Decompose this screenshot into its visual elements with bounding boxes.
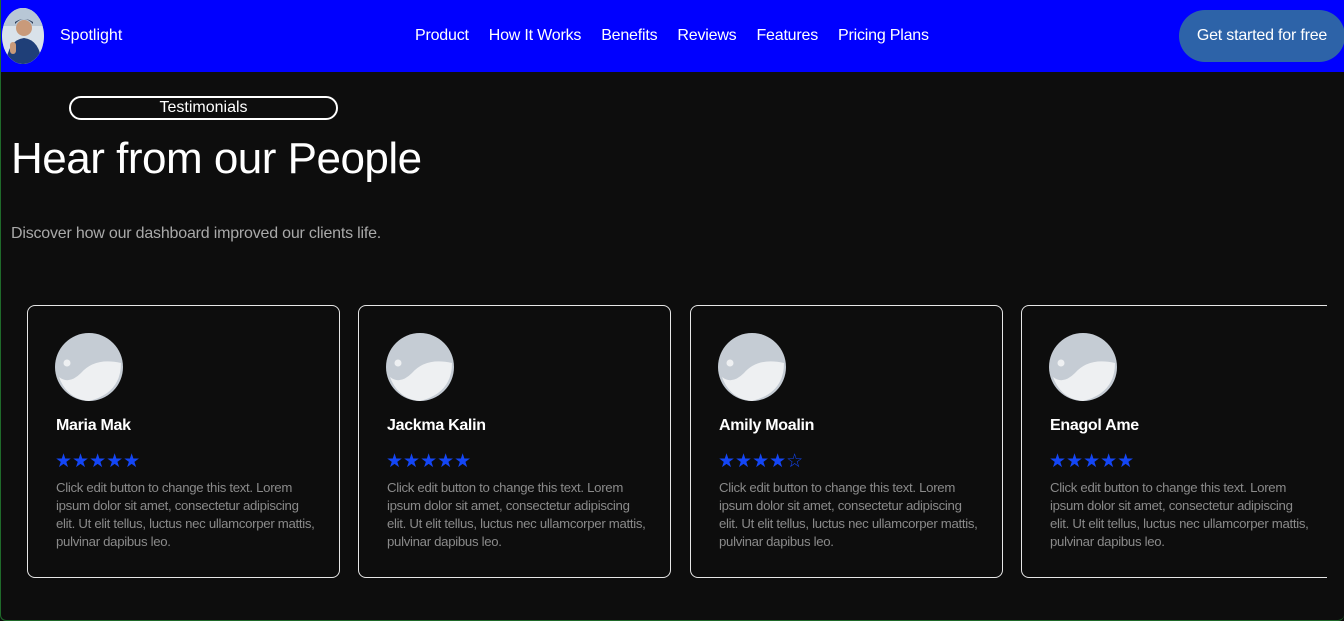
navbar: Spotlight Product How It Works Benefits … (1, 0, 1344, 72)
image-placeholder-icon (55, 333, 123, 401)
star-rating: ★★★★★ (1049, 451, 1135, 472)
testimonial-name: Enagol Ame (1050, 417, 1139, 434)
testimonial-name: Amily Moalin (719, 417, 815, 434)
main-nav: Product How It Works Benefits Reviews Fe… (415, 27, 929, 45)
testimonial-text: Click edit button to change this text. L… (1050, 480, 1309, 549)
star-rating: ★★★★★ (55, 451, 141, 472)
section-subtitle: Discover how our dashboard improved our … (11, 225, 382, 242)
page: Spotlight Product How It Works Benefits … (0, 0, 1344, 621)
testimonial-name: Maria Mak (56, 417, 131, 434)
profile-photo (2, 8, 44, 64)
nav-link-reviews[interactable]: Reviews (677, 27, 736, 45)
nav-link-product[interactable]: Product (415, 27, 469, 45)
testimonial-card: Amily Moalin ★★★★☆ Click edit button to … (690, 305, 1003, 578)
testimonial-card: Enagol Ame ★★★★★ Click edit button to ch… (1021, 305, 1327, 578)
nav-link-pricing-plans[interactable]: Pricing Plans (838, 27, 929, 45)
nav-link-how-it-works[interactable]: How It Works (489, 27, 582, 45)
get-started-button[interactable]: Get started for free (1179, 10, 1344, 62)
testimonial-text: Click edit button to change this text. L… (719, 480, 978, 549)
testimonial-name: Jackma Kalin (387, 417, 486, 434)
testimonial-text: Click edit button to change this text. L… (56, 480, 315, 549)
star-rating: ★★★★★ (386, 451, 472, 472)
image-placeholder-icon (386, 333, 454, 401)
section-title: Hear from our People (11, 134, 422, 183)
image-placeholder-icon (718, 333, 786, 401)
nav-link-benefits[interactable]: Benefits (601, 27, 657, 45)
star-rating: ★★★★☆ (718, 451, 804, 472)
brand-avatar[interactable] (2, 8, 44, 64)
image-placeholder-icon (1049, 333, 1117, 401)
nav-link-features[interactable]: Features (756, 27, 818, 45)
testimonial-card: Maria Mak ★★★★★ Click edit button to cha… (27, 305, 340, 578)
section-badge: Testimonials (69, 96, 338, 120)
testimonial-text: Click edit button to change this text. L… (387, 480, 646, 549)
testimonials-carousel[interactable]: Maria Mak ★★★★★ Click edit button to cha… (1, 305, 1327, 578)
testimonial-card: Jackma Kalin ★★★★★ Click edit button to … (358, 305, 671, 578)
brand-name[interactable]: Spotlight (60, 27, 122, 45)
